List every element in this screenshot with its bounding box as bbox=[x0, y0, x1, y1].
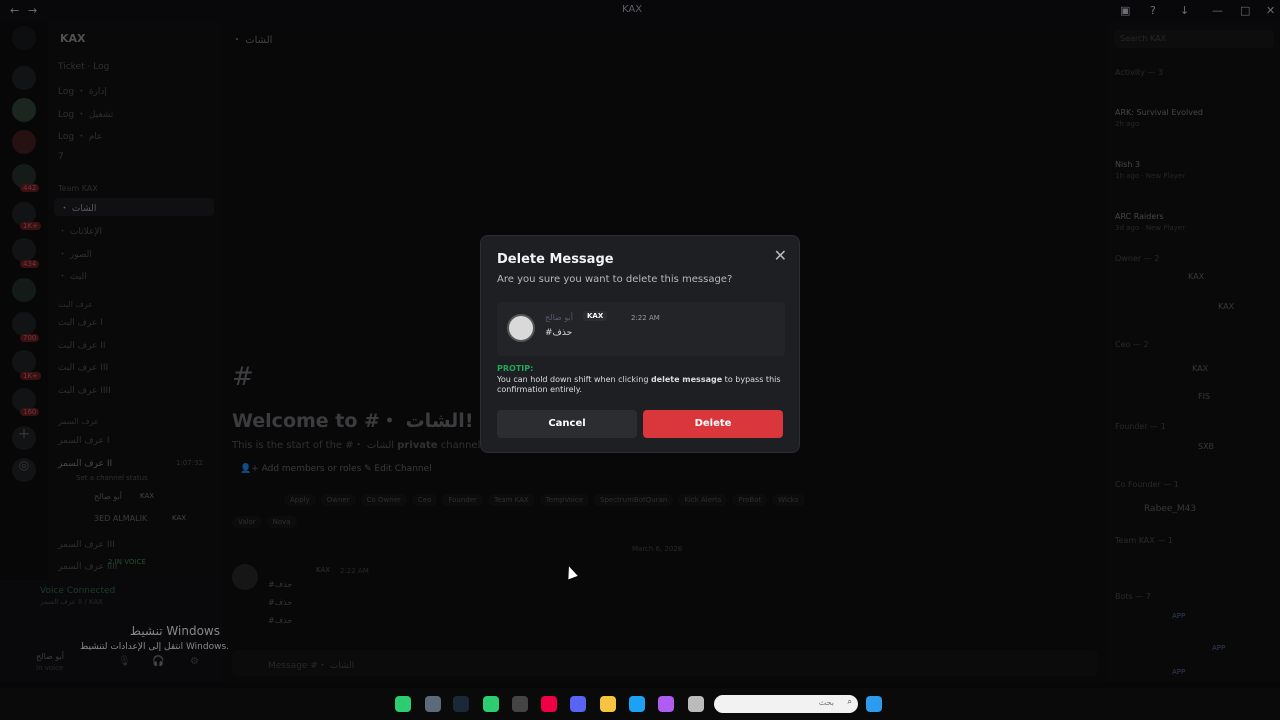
protip-label: PROTIP: bbox=[497, 364, 534, 373]
preview-time: 2:22 AM bbox=[631, 314, 660, 322]
title-bar: ← → KAX ▣ ? ↓ — □ ✕ bbox=[0, 0, 1280, 22]
delete-message-dialog: Delete Message ✕ Are you sure you want t… bbox=[480, 235, 800, 453]
app-icon[interactable] bbox=[512, 696, 528, 712]
start-icon[interactable] bbox=[866, 696, 882, 712]
minimize-button[interactable]: — bbox=[1212, 4, 1223, 17]
app-icon[interactable] bbox=[395, 696, 411, 712]
dialog-subtitle: Are you sure you want to delete this mes… bbox=[497, 274, 733, 285]
app-icon[interactable] bbox=[658, 696, 674, 712]
close-window-button[interactable]: ✕ bbox=[1266, 4, 1275, 17]
window-title: KAX bbox=[622, 4, 643, 15]
protip-bold: delete message bbox=[650, 375, 723, 384]
forward-arrow-icon[interactable]: → bbox=[28, 4, 37, 17]
avatar bbox=[507, 314, 535, 342]
delete-button[interactable]: Delete bbox=[643, 410, 783, 438]
search-icon: ⌕ bbox=[847, 697, 852, 706]
download-icon[interactable]: ↓ bbox=[1180, 4, 1189, 17]
windows-taskbar bbox=[0, 688, 1280, 720]
help-icon[interactable]: ? bbox=[1150, 4, 1156, 17]
dialog-title: Delete Message bbox=[497, 252, 614, 267]
inbox-icon[interactable]: ▣ bbox=[1120, 4, 1130, 17]
discord-icon[interactable] bbox=[570, 696, 586, 712]
steam-icon[interactable] bbox=[453, 696, 469, 712]
task-view-icon[interactable] bbox=[688, 696, 704, 712]
cancel-button[interactable]: Cancel bbox=[497, 410, 637, 438]
taskbar-search-placeholder: بحث bbox=[818, 698, 834, 707]
close-icon[interactable]: ✕ bbox=[774, 246, 787, 265]
app-icon[interactable] bbox=[425, 696, 441, 712]
back-arrow-icon[interactable]: ← bbox=[10, 4, 19, 17]
edge-icon[interactable] bbox=[629, 696, 645, 712]
app-icon[interactable] bbox=[483, 696, 499, 712]
preview-text: #حذف bbox=[545, 328, 573, 338]
discord-app: ← → KAX ▣ ? ↓ — □ ✕ 442 1K+ 434 700 1K+ … bbox=[0, 0, 1280, 720]
file-explorer-icon[interactable] bbox=[600, 696, 616, 712]
taskbar-search-input[interactable]: بحث ⌕ bbox=[714, 695, 858, 713]
protip-text: You can hold down shift when clicking de… bbox=[497, 375, 787, 395]
protip-pre: You can hold down shift when clicking bbox=[497, 375, 651, 384]
app-icon[interactable] bbox=[541, 696, 557, 712]
preview-tag: KAX bbox=[583, 311, 608, 321]
maximize-button[interactable]: □ bbox=[1240, 4, 1250, 17]
message-preview: أبو صالح KAX 2:22 AM #حذف bbox=[497, 302, 785, 356]
preview-author: أبو صالح bbox=[545, 313, 573, 322]
